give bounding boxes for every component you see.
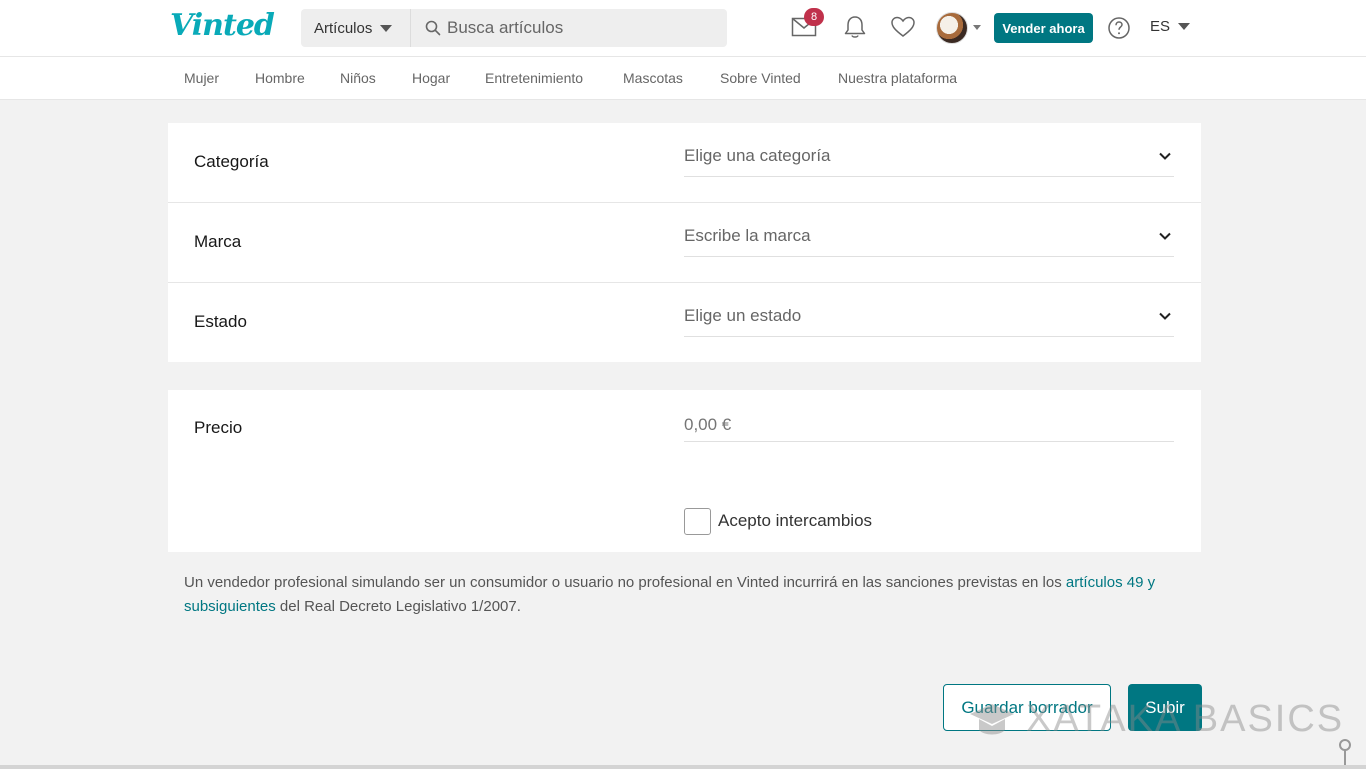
nav-item-hogar[interactable]: Hogar [412,70,450,86]
nav-item-nuestra-plataforma[interactable]: Nuestra plataforma [838,70,957,86]
chevron-down-icon [1159,232,1171,240]
price-card: Precio Acepto intercambios [168,390,1201,552]
chevron-down-icon [1159,312,1171,320]
nav-item-hombre[interactable]: Hombre [255,70,305,86]
pin-icon [1339,739,1351,766]
search-category-label: Artículos [314,19,373,37]
caret-down-icon [380,24,393,32]
legal-text-before: Un vendedor profesional simulando ser un… [184,574,1066,591]
nav-item-mascotas[interactable]: Mascotas [623,70,683,86]
condition-select[interactable]: Elige un estado [684,303,1174,337]
bottom-divider [0,765,1366,769]
swap-checkbox-label[interactable]: Acepto intercambios [718,511,872,531]
category-row: Categoría Elige una categoría [168,123,1201,203]
swap-checkbox[interactable] [684,508,711,535]
language-label: ES [1150,18,1171,35]
heart-icon[interactable] [890,14,916,40]
watermark-text: XATAKA BASICS [1026,698,1345,740]
nav-item-mujer[interactable]: Mujer [184,70,219,86]
brand-label: Marca [194,232,242,251]
top-header: Vinted Artículos 8 Vender ahora ES [0,0,1366,57]
brand-placeholder: Escribe la marca [684,226,811,245]
search-icon [425,20,441,36]
category-placeholder: Elige una categoría [684,146,831,165]
language-selector[interactable]: ES [1150,18,1191,35]
sell-now-button[interactable]: Vender ahora [994,13,1093,43]
caret-down-icon [1178,23,1191,30]
condition-placeholder: Elige un estado [684,306,802,325]
search-bar: Artículos [301,9,727,47]
help-icon[interactable] [1107,16,1131,40]
graduation-cap-icon [970,703,1014,734]
inbox-count-badge: 8 [804,8,824,26]
item-details-card: Categoría Elige una categoría Marca Escr… [168,123,1201,362]
category-select[interactable]: Elige una categoría [684,143,1174,177]
nav-item-ninos[interactable]: Niños [340,70,376,86]
caret-down-icon[interactable] [973,25,981,30]
vinted-logo[interactable]: Vinted [170,8,275,43]
avatar[interactable] [936,12,968,44]
legal-text-after: del Real Decreto Legislativo 1/2007. [275,598,521,615]
category-nav: Mujer Hombre Niños Hogar Entretenimiento… [0,57,1366,100]
condition-label: Estado [194,312,247,331]
category-label: Categoría [194,152,269,171]
search-category-dropdown[interactable]: Artículos [301,9,411,47]
nav-item-entretenimiento[interactable]: Entretenimiento [485,70,583,86]
search-input[interactable] [447,9,717,47]
price-label: Precio [194,418,243,437]
nav-item-sobre-vinted[interactable]: Sobre Vinted [720,70,801,86]
price-input[interactable] [684,409,1174,442]
bell-icon[interactable] [842,14,868,40]
condition-row: Estado Elige un estado [168,283,1201,362]
brand-row: Marca Escribe la marca [168,203,1201,283]
legal-notice: Un vendedor profesional simulando ser un… [184,571,1184,619]
brand-input[interactable]: Escribe la marca [684,223,1174,257]
watermark: XATAKA BASICS [968,698,1344,741]
chevron-down-icon [1159,152,1171,160]
